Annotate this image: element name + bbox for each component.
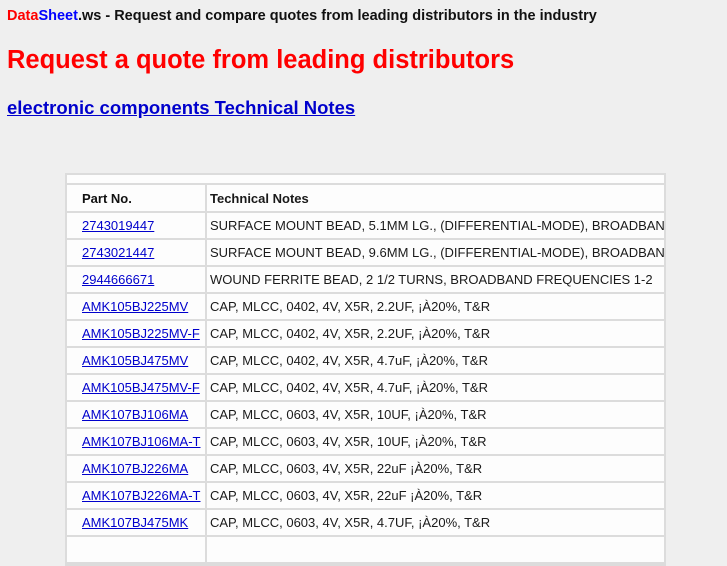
table-row: AMK107BJ106MA CAP, MLCC, 0603, 4V, X5R, 1…: [67, 401, 664, 429]
part-number-cell: 2944666671: [67, 266, 207, 294]
part-number-cell: AMK107BJ106MA-T: [67, 428, 207, 456]
technical-note-cell: SURFACE MOUNT BEAD, 5.1MM LG., (DIFFEREN…: [206, 212, 664, 240]
technical-note-cell: WOUND FERRITE BEAD, 2 1/2 TURNS, BROADBA…: [206, 266, 664, 294]
table-row: AMK105BJ475MV CAP, MLCC, 0402, 4V, X5R, 4…: [67, 347, 664, 375]
table-row: AMK105BJ475MV-F CAP, MLCC, 0402, 4V, X5R,…: [67, 374, 664, 402]
table-row: AMK105BJ225MV CAP, MLCC, 0402, 4V, X5R, 2…: [67, 293, 664, 321]
technical-note-cell: CAP, MLCC, 0603, 4V, X5R, 4.7UF, ¡À20%, …: [206, 509, 664, 537]
technical-note-cell: CAP, MLCC, 0603, 4V, X5R, 22uF ¡À20%, T&…: [206, 455, 664, 483]
technical-note-cell: [206, 536, 664, 564]
part-number-link[interactable]: AMK107BJ106MA-T: [82, 434, 201, 449]
parts-table-container: Part No. Technical Notes 2743019447 SURFA…: [65, 173, 666, 566]
parts-table: Part No. Technical Notes 2743019447 SURFA…: [67, 185, 664, 564]
technical-note-cell: CAP, MLCC, 0603, 4V, X5R, 10UF, ¡À20%, T…: [206, 428, 664, 456]
brand-data: Data: [7, 8, 39, 24]
technical-note-cell: SURFACE MOUNT BEAD, 9.6MM LG., (DIFFEREN…: [206, 239, 664, 267]
table-top-bar: [67, 175, 664, 185]
technical-note-cell: CAP, MLCC, 0402, 4V, X5R, 2.2UF, ¡À20%, …: [206, 320, 664, 348]
technical-note-cell: CAP, MLCC, 0603, 4V, X5R, 10UF, ¡À20%, T…: [206, 401, 664, 429]
part-number-cell: 2743021447: [67, 239, 207, 267]
page-title: Request a quote from leading distributor…: [7, 46, 515, 74]
part-number-cell: [67, 536, 207, 564]
technical-note-cell: CAP, MLCC, 0402, 4V, X5R, 2.2UF, ¡À20%, …: [206, 293, 664, 321]
part-number-cell: AMK105BJ225MV-F: [67, 320, 207, 348]
part-number-cell: AMK107BJ226MA-T: [67, 482, 207, 510]
table-row: AMK107BJ226MA-T CAP, MLCC, 0603, 4V, X5R,…: [67, 482, 664, 510]
technical-notes-link[interactable]: electronic components Technical Notes: [7, 97, 355, 119]
table-row: 2743019447 SURFACE MOUNT BEAD, 5.1MM LG.,…: [67, 212, 664, 240]
part-number-cell: AMK105BJ475MV: [67, 347, 207, 375]
table-row: 2743021447 SURFACE MOUNT BEAD, 9.6MM LG.,…: [67, 239, 664, 267]
part-number-link[interactable]: AMK107BJ226MA-T: [82, 488, 201, 503]
technical-note-cell: CAP, MLCC, 0402, 4V, X5R, 4.7uF, ¡À20%, …: [206, 374, 664, 402]
table-row: 2944666671 WOUND FERRITE BEAD, 2 1/2 TURN…: [67, 266, 664, 294]
technical-note-cell: CAP, MLCC, 0603, 4V, X5R, 22uF ¡À20%, T&…: [206, 482, 664, 510]
part-number-cell: AMK107BJ106MA: [67, 401, 207, 429]
part-number-link[interactable]: AMK105BJ225MV-F: [82, 326, 200, 341]
part-number-link[interactable]: AMK105BJ475MV: [82, 353, 188, 368]
tagline: - Request and compare quotes from leadin…: [101, 8, 597, 24]
brand-suffix: .ws: [77, 8, 102, 24]
part-number-link[interactable]: AMK107BJ475MK: [82, 515, 188, 530]
part-number-link[interactable]: AMK107BJ106MA: [82, 407, 188, 422]
part-number-link[interactable]: 2743021447: [82, 245, 154, 260]
part-number-cell: AMK105BJ225MV: [67, 293, 207, 321]
column-header-part-no: Part No.: [67, 185, 207, 213]
table-row: AMK107BJ106MA-T CAP, MLCC, 0603, 4V, X5R,…: [67, 428, 664, 456]
part-number-link[interactable]: 2944666671: [82, 272, 154, 287]
table-row: [67, 536, 664, 564]
part-number-link[interactable]: AMK107BJ226MA: [82, 461, 188, 476]
site-header: DataSheet.ws - Request and compare quote…: [7, 8, 597, 24]
part-number-cell: AMK107BJ226MA: [67, 455, 207, 483]
technical-note-cell: CAP, MLCC, 0402, 4V, X5R, 4.7uF, ¡À20%, …: [206, 347, 664, 375]
part-number-link[interactable]: AMK105BJ475MV-F: [82, 380, 200, 395]
part-number-cell: AMK107BJ475MK: [67, 509, 207, 537]
part-number-cell: AMK105BJ475MV-F: [67, 374, 207, 402]
part-number-link[interactable]: 2743019447: [82, 218, 154, 233]
table-header-row: Part No. Technical Notes: [67, 185, 664, 213]
table-row: AMK107BJ226MA CAP, MLCC, 0603, 4V, X5R, 2…: [67, 455, 664, 483]
part-number-link[interactable]: AMK105BJ225MV: [82, 299, 188, 314]
table-row: AMK107BJ475MK CAP, MLCC, 0603, 4V, X5R, 4…: [67, 509, 664, 537]
table-row: AMK105BJ225MV-F CAP, MLCC, 0402, 4V, X5R,…: [67, 320, 664, 348]
column-header-technical-notes: Technical Notes: [206, 185, 664, 213]
brand-sheet: Sheet: [38, 8, 78, 24]
part-number-cell: 2743019447: [67, 212, 207, 240]
